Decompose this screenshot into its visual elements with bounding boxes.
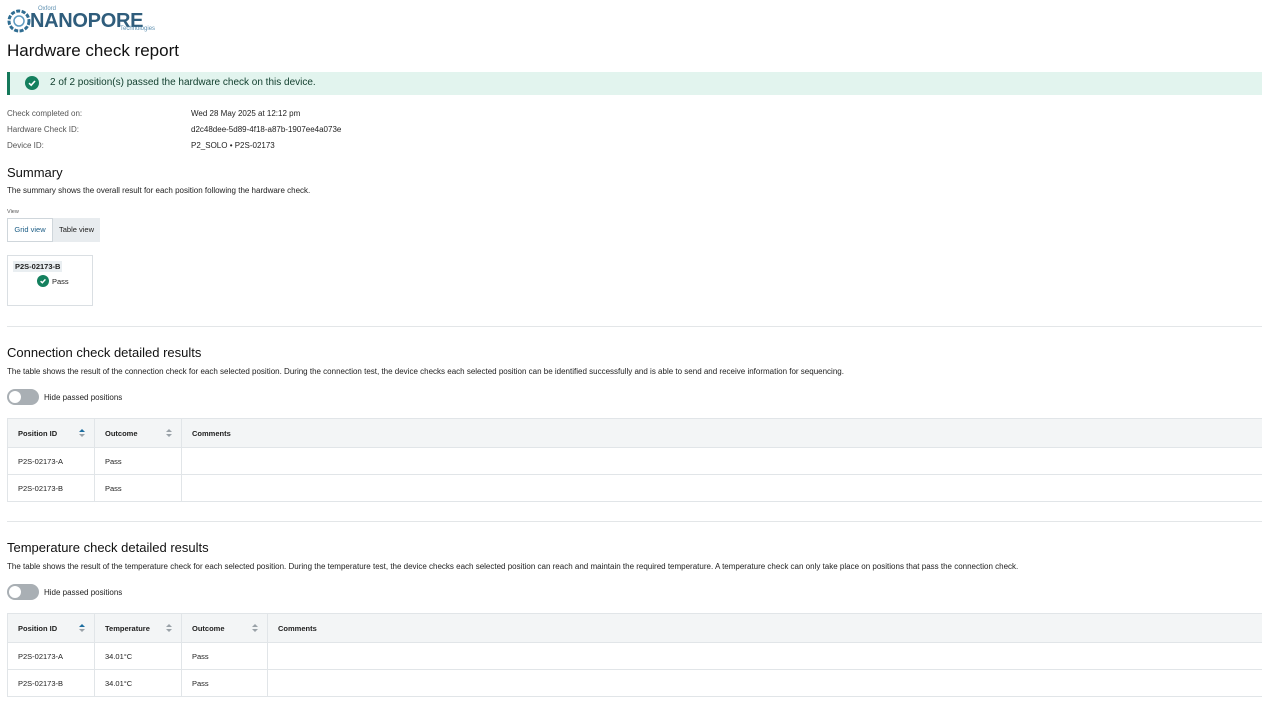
section-divider (7, 326, 1262, 327)
connection-description: The table shows the result of the connec… (7, 367, 844, 376)
hide-passed-label: Hide passed positions (44, 393, 123, 402)
cell-comments (267, 669, 1262, 697)
hide-passed-toggle[interactable] (7, 389, 39, 405)
check-circle-icon (25, 76, 39, 90)
position-card-result: Pass (52, 277, 69, 286)
check-completed-value: Wed 28 May 2025 at 12:12 pm (191, 109, 301, 118)
success-banner: 2 of 2 position(s) passed the hardware c… (7, 72, 1262, 95)
column-header-comments: Comments (181, 418, 1262, 448)
column-header-position-id[interactable]: Position ID (7, 613, 95, 643)
cell-position-id: P2S-02173-A (7, 642, 95, 670)
cell-position-id: P2S-02173-A (7, 447, 95, 475)
cell-comments (181, 474, 1262, 502)
sort-icon (252, 624, 258, 633)
hide-passed-toggle[interactable] (7, 584, 39, 600)
sort-icon (79, 624, 85, 633)
table-header-row: Position ID Temperature Outcome Comments (7, 613, 1262, 643)
cell-outcome: Pass (181, 642, 268, 670)
cell-outcome: Pass (181, 669, 268, 697)
hardware-check-id-value: d2c48dee-5d89-4f18-a87b-1907ee4a073e (191, 125, 342, 134)
cell-temperature: 34.01°C (94, 669, 182, 697)
connection-table: Position ID Outcome Comments P2S-02173-A… (7, 418, 1262, 502)
column-header-comments: Comments (267, 613, 1262, 643)
toggle-knob (9, 391, 21, 403)
table-row: P2S-02173-B 34.01°C Pass (7, 669, 1262, 697)
cell-comments (267, 642, 1262, 670)
sort-icon (166, 624, 172, 633)
section-divider (7, 521, 1262, 522)
position-card-id: P2S-02173-B (13, 261, 63, 272)
device-id-value: P2_SOLO • P2S-02173 (191, 141, 275, 150)
cell-position-id: P2S-02173-B (7, 474, 95, 502)
temperature-description: The table shows the result of the temper… (7, 562, 1019, 571)
cell-position-id: P2S-02173-B (7, 669, 95, 697)
column-header-outcome[interactable]: Outcome (181, 613, 268, 643)
summary-heading: Summary (7, 165, 63, 180)
cell-outcome: Pass (94, 474, 182, 502)
grid-view-button[interactable]: Grid view (7, 218, 53, 242)
sort-icon (166, 429, 172, 438)
toggle-knob (9, 586, 21, 598)
summary-description: The summary shows the overall result for… (7, 186, 311, 195)
hardware-check-id-label: Hardware Check ID: (7, 125, 80, 134)
nanopore-logo-icon (7, 9, 31, 33)
column-header-position-id[interactable]: Position ID (7, 418, 95, 448)
cell-comments (181, 447, 1262, 475)
table-header-row: Position ID Outcome Comments (7, 418, 1262, 448)
table-row: P2S-02173-B Pass (7, 474, 1262, 502)
sort-icon (79, 429, 85, 438)
table-view-button[interactable]: Table view (53, 218, 100, 242)
column-header-outcome[interactable]: Outcome (94, 418, 182, 448)
nanopore-logo: Oxford NANOPORE Technologies (6, 6, 156, 36)
table-row: P2S-02173-A 34.01°C Pass (7, 642, 1262, 670)
check-completed-label: Check completed on: (7, 109, 83, 118)
temperature-heading: Temperature check detailed results (7, 540, 209, 555)
table-row: P2S-02173-A Pass (7, 447, 1262, 475)
banner-text: 2 of 2 position(s) passed the hardware c… (50, 77, 316, 88)
cell-temperature: 34.01°C (94, 642, 182, 670)
temperature-table: Position ID Temperature Outcome Comments… (7, 613, 1262, 697)
cell-outcome: Pass (94, 447, 182, 475)
hide-passed-label: Hide passed positions (44, 588, 123, 597)
page-title: Hardware check report (7, 41, 179, 60)
connection-heading: Connection check detailed results (7, 345, 202, 360)
position-card[interactable]: P2S-02173-B Pass (7, 255, 93, 306)
device-id-label: Device ID: (7, 141, 44, 150)
view-label: View (7, 209, 19, 215)
view-switch: Grid view Table view (7, 218, 100, 242)
check-circle-icon (37, 275, 49, 287)
column-header-temperature[interactable]: Temperature (94, 613, 182, 643)
logo-technologies-text: Technologies (120, 26, 156, 32)
